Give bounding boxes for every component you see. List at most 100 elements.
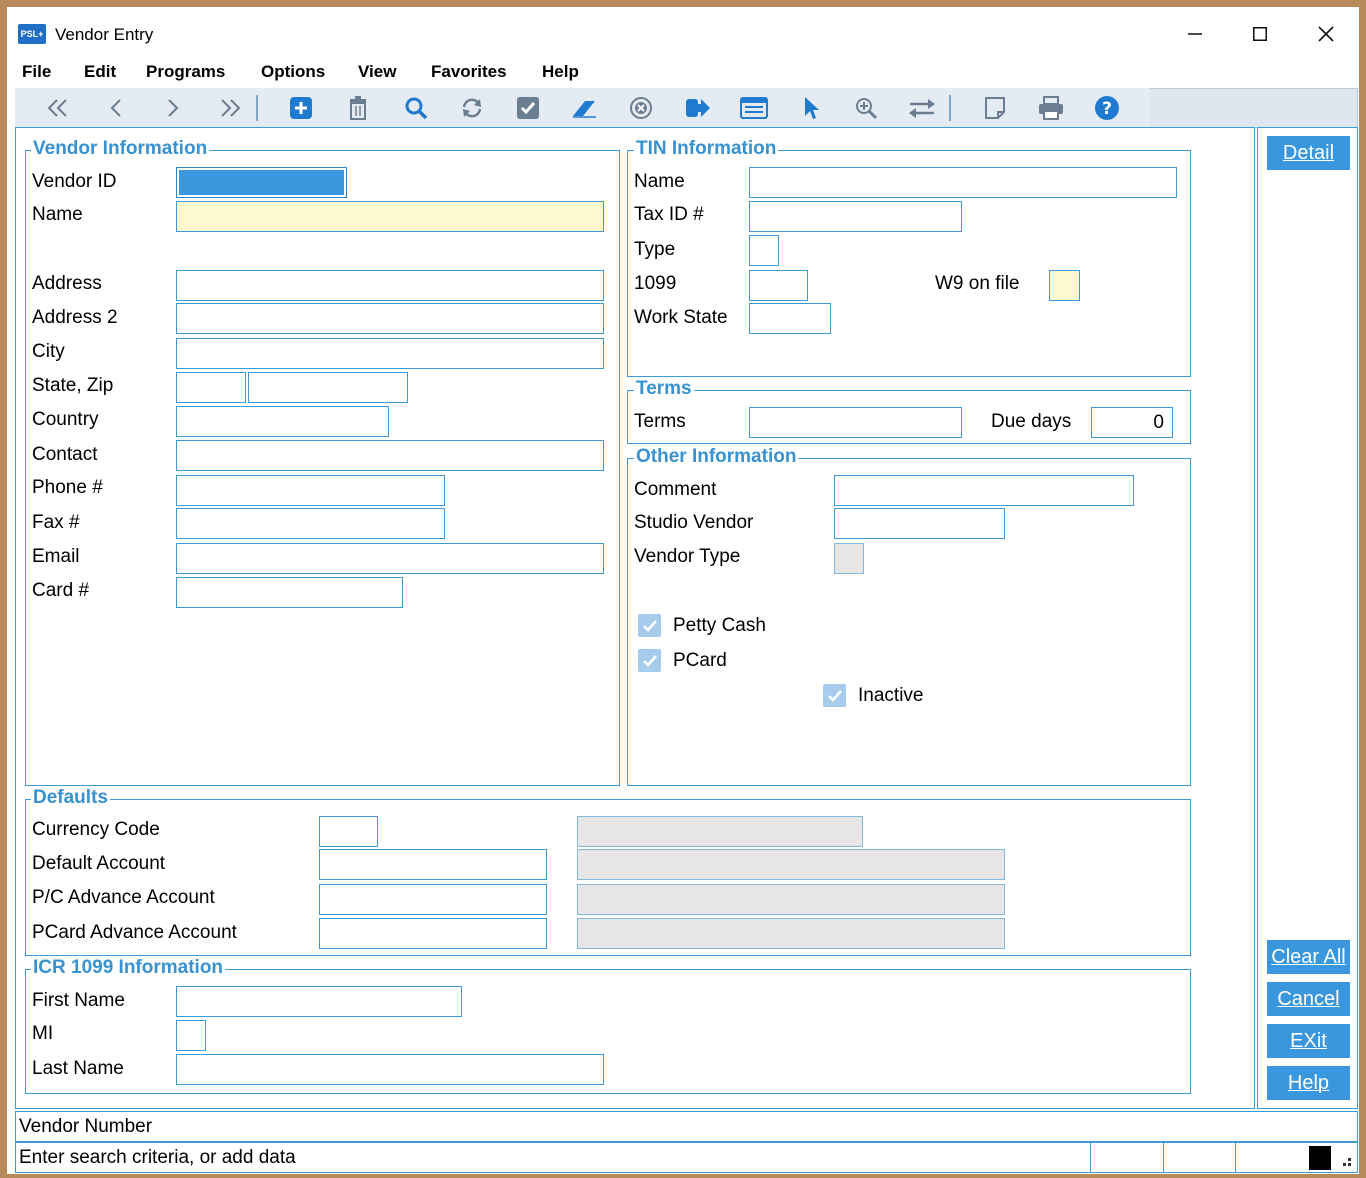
toolbar-separator [949, 95, 951, 121]
next-record-icon[interactable] [158, 94, 188, 122]
address-field[interactable] [176, 270, 604, 301]
exit-button[interactable]: EXit [1267, 1024, 1350, 1058]
close-button[interactable] [1304, 18, 1348, 50]
work-state-label: Work State [634, 307, 728, 328]
pcard-advance-account-field[interactable] [319, 918, 547, 949]
address2-label: Address 2 [32, 307, 118, 328]
last-name-field[interactable] [176, 1054, 604, 1085]
maximize-button[interactable] [1238, 18, 1282, 50]
email-label: Email [32, 546, 80, 567]
vendor-name-field[interactable] [176, 201, 604, 232]
currency-code-field[interactable] [319, 816, 378, 847]
type-label: Type [634, 239, 676, 260]
first-name-field[interactable] [176, 986, 462, 1017]
status-indicator [1309, 1146, 1331, 1170]
comment-field[interactable] [834, 475, 1134, 506]
zoom-icon[interactable] [851, 94, 881, 122]
inactive-checkbox[interactable] [823, 684, 846, 707]
zip-field[interactable] [248, 372, 408, 403]
terms-field[interactable] [749, 407, 962, 438]
add-icon[interactable] [286, 94, 316, 122]
app-logo-icon: PSL+ [18, 24, 46, 44]
minimize-button[interactable] [1173, 18, 1217, 50]
note-icon[interactable] [980, 94, 1010, 122]
tin-information-title: TIN Information [634, 138, 779, 160]
pc-advance-account-label: P/C Advance Account [32, 887, 215, 908]
list-icon[interactable] [739, 94, 769, 122]
refresh-icon[interactable] [457, 94, 487, 122]
pc-advance-description-field [577, 884, 1005, 915]
due-days-label: Due days [991, 411, 1072, 432]
menu-help[interactable]: Help [542, 61, 579, 83]
address-label: Address [32, 273, 102, 294]
eraser-icon[interactable] [569, 94, 599, 122]
menu-programs[interactable]: Programs [146, 61, 225, 83]
country-field[interactable] [176, 406, 389, 437]
tin-name-field[interactable] [749, 167, 1177, 198]
print-icon[interactable] [1036, 94, 1066, 122]
1099-field[interactable] [749, 270, 808, 301]
menu-file[interactable]: File [22, 61, 51, 83]
field-name-status: Vendor Number [15, 1111, 1358, 1142]
pointer-icon[interactable] [796, 94, 826, 122]
status-cell [1235, 1142, 1307, 1173]
detail-button[interactable]: Detail [1267, 136, 1350, 170]
w9-on-file-label: W9 on file [935, 273, 1020, 294]
window-title: Vendor Entry [55, 25, 154, 44]
state-field[interactable] [176, 372, 246, 403]
pcard-label: PCard [673, 650, 727, 671]
work-state-field[interactable] [749, 303, 831, 334]
clear-all-button[interactable]: Clear All [1267, 940, 1350, 974]
cancel-button[interactable]: Cancel [1267, 982, 1350, 1016]
help-icon[interactable]: ? [1092, 94, 1122, 122]
toolbar-separator [256, 95, 258, 121]
contact-field[interactable] [176, 440, 604, 471]
fax-field[interactable] [176, 508, 445, 539]
default-account-field[interactable] [319, 849, 547, 880]
studio-vendor-field[interactable] [834, 508, 1005, 539]
petty-cash-checkbox[interactable] [638, 614, 661, 637]
svg-text:?: ? [1102, 99, 1112, 119]
delete-icon[interactable] [343, 94, 373, 122]
tax-id-field[interactable] [749, 201, 962, 232]
pc-advance-account-field[interactable] [319, 884, 547, 915]
email-field[interactable] [176, 543, 604, 574]
last-record-icon[interactable] [215, 94, 245, 122]
mi-label: MI [32, 1023, 54, 1044]
vendor-type-field[interactable] [834, 543, 864, 574]
vendor-id-field[interactable] [176, 167, 347, 198]
menu-favorites[interactable]: Favorites [431, 61, 507, 83]
type-field[interactable] [749, 235, 779, 266]
vendor-type-label: Vendor Type [634, 546, 741, 567]
tax-id-label: Tax ID # [634, 204, 704, 225]
menu-options[interactable]: Options [261, 61, 325, 83]
name-label: Name [32, 204, 83, 225]
address2-field[interactable] [176, 303, 604, 334]
city-field[interactable] [176, 338, 604, 369]
due-days-field[interactable]: 0 [1091, 407, 1173, 438]
vendor-information-title: Vendor Information [31, 138, 210, 160]
currency-code-label: Currency Code [32, 819, 160, 840]
petty-cash-label: Petty Cash [673, 615, 766, 636]
resize-grip-icon[interactable] [1337, 1152, 1353, 1168]
card-field[interactable] [176, 577, 403, 608]
search-icon[interactable] [401, 94, 431, 122]
previous-record-icon[interactable] [101, 94, 131, 122]
country-label: Country [32, 409, 99, 430]
w9-on-file-field[interactable] [1049, 270, 1080, 301]
terms-title: Terms [634, 378, 694, 400]
first-record-icon[interactable] [43, 94, 73, 122]
menu-edit[interactable]: Edit [84, 61, 116, 83]
menu-view[interactable]: View [358, 61, 396, 83]
phone-label: Phone # [32, 477, 103, 498]
pcard-checkbox[interactable] [638, 649, 661, 672]
transfer-icon[interactable] [907, 94, 937, 122]
inactive-label: Inactive [858, 685, 924, 706]
help-button[interactable]: Help [1267, 1066, 1350, 1100]
vendor-id-label: Vendor ID [32, 171, 117, 192]
cancel-icon[interactable] [626, 94, 656, 122]
save-icon[interactable] [513, 94, 543, 122]
go-icon[interactable] [683, 94, 713, 122]
phone-field[interactable] [176, 475, 445, 506]
mi-field[interactable] [176, 1020, 206, 1051]
